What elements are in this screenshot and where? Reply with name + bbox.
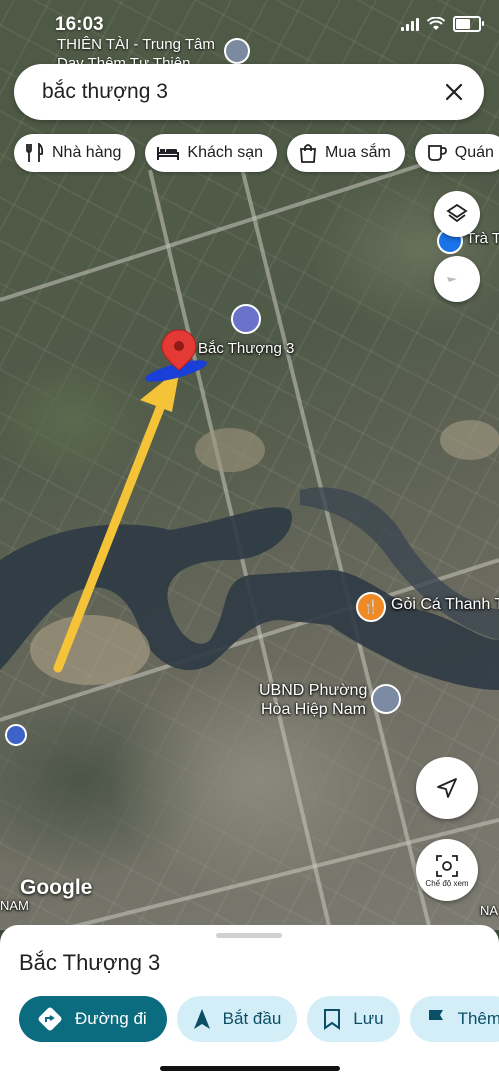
status-time: 16:03 xyxy=(55,14,104,35)
save-button[interactable]: Lưu xyxy=(307,996,400,1042)
ubnd-line2[interactable]: Hòa Hiệp Nam xyxy=(261,701,366,719)
close-icon[interactable] xyxy=(438,76,470,108)
action-buttons: Đường đi Bắt đầu Lưu Thêm xyxy=(19,996,499,1042)
add-label-text: Thêm xyxy=(457,1009,499,1028)
status-icons xyxy=(401,16,484,32)
directions-button[interactable]: Đường đi xyxy=(19,996,167,1042)
location-arrow-icon xyxy=(437,778,457,798)
search-bar[interactable]: bắc thượng 3 xyxy=(14,64,484,120)
pin-label[interactable]: Bắc Thượng 3 xyxy=(198,340,294,357)
my-location-button[interactable] xyxy=(416,757,478,819)
chip-label: Quán xyxy=(454,144,494,161)
layers-icon xyxy=(446,203,468,223)
bottom-sheet[interactable]: Bắc Thượng 3 Đường đi Bắt đầu Lưu Thêm xyxy=(0,925,499,1080)
navigation-arrow-icon xyxy=(193,1009,210,1029)
chip-shopping[interactable]: Mua sắm xyxy=(287,134,405,172)
directions-label: Đường đi xyxy=(75,1009,147,1028)
poi-right-label[interactable]: Trà T xyxy=(466,230,499,247)
layers-button[interactable] xyxy=(434,191,480,237)
flag-icon xyxy=(428,1010,443,1029)
chip-label: Nhà hàng xyxy=(52,144,122,161)
restaurant-icon[interactable]: 🍴 xyxy=(356,592,386,622)
fork-knife-icon xyxy=(26,143,44,162)
gas-station-icon[interactable] xyxy=(231,304,261,334)
shopping-bag-icon xyxy=(300,144,316,163)
start-button[interactable]: Bắt đầu xyxy=(176,996,298,1042)
home-indicator xyxy=(160,1066,340,1071)
google-logo: Google xyxy=(20,876,93,899)
add-label-button[interactable]: Thêm xyxy=(409,996,499,1042)
coffee-cup-icon xyxy=(427,145,447,161)
chip-cafe[interactable]: Quán xyxy=(414,134,499,172)
camera-scan-icon xyxy=(436,854,458,877)
chip-label: Mua sắm xyxy=(325,144,391,161)
place-title: Bắc Thượng 3 xyxy=(19,950,161,975)
bus-stop-icon[interactable] xyxy=(5,724,27,746)
sheet-handle[interactable] xyxy=(216,933,282,938)
battery-icon xyxy=(453,16,484,32)
chip-label: Khách sạn xyxy=(187,144,263,161)
left-edge-label: NAM xyxy=(0,898,29,913)
view-mode-button[interactable]: Chế độ xem xyxy=(416,839,478,901)
compass-button[interactable] xyxy=(434,256,480,302)
signal-icon xyxy=(401,17,419,31)
top-poi-line1: THIÊN TÀI - Trung Tâm xyxy=(57,36,215,53)
government-building-icon[interactable] xyxy=(371,684,401,714)
right-edge-label: NA xyxy=(480,903,499,918)
ubnd-line1[interactable]: UBND Phường xyxy=(259,682,367,700)
wifi-icon xyxy=(427,17,445,30)
category-chips: Nhà hàng Khách sạn Mua sắm Quán xyxy=(14,134,499,172)
bookmark-icon xyxy=(324,1009,341,1030)
directions-icon xyxy=(38,1007,62,1031)
restaurant-label[interactable]: Gỏi Cá Thanh T xyxy=(391,596,499,614)
school-icon[interactable] xyxy=(224,38,250,64)
chip-hotels[interactable]: Khách sạn xyxy=(145,134,277,172)
save-label: Lưu xyxy=(353,1009,384,1028)
search-query[interactable]: bắc thượng 3 xyxy=(42,80,168,104)
view-mode-label: Chế độ xem xyxy=(425,878,469,888)
chip-restaurants[interactable]: Nhà hàng xyxy=(14,134,136,172)
bed-icon xyxy=(157,147,180,160)
start-label: Bắt đầu xyxy=(222,1009,282,1028)
compass-icon xyxy=(447,277,467,282)
